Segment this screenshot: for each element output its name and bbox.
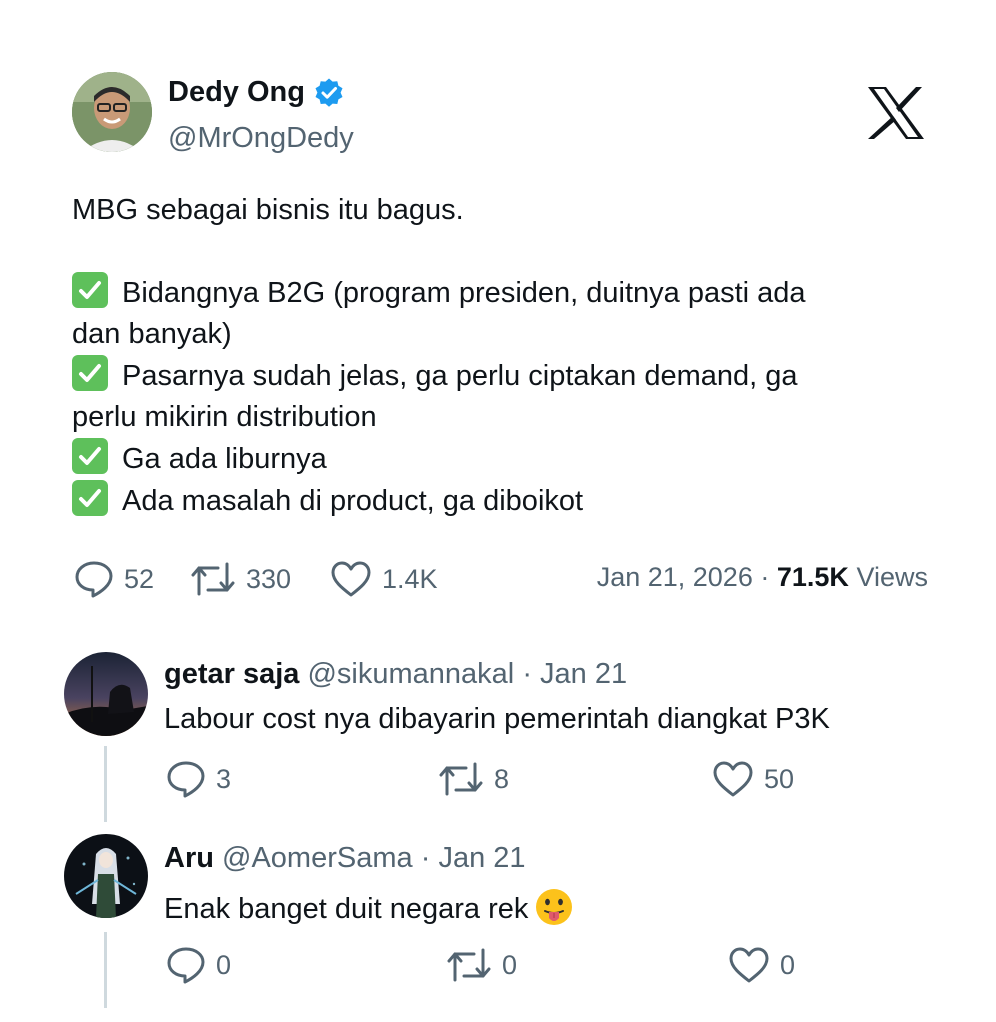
reply-avatar[interactable]	[64, 652, 148, 736]
retweet-count: 330	[246, 563, 292, 594]
tweet-line: Ada masalah di product, ga diboikot	[72, 480, 922, 522]
reply-button[interactable]: 0	[166, 946, 231, 984]
tweet-line: Bidangnya B2G (program presiden, duitnya…	[72, 272, 922, 314]
reply-header: Aru @AomerSama · Jan 21	[164, 842, 526, 875]
tweet-line: Pasarnya sudah jelas, ga perlu ciptakan …	[72, 355, 922, 397]
reply-date[interactable]: Jan 21	[438, 842, 525, 874]
like-icon	[729, 947, 769, 983]
verified-badge-icon	[313, 77, 345, 109]
reply-avatar[interactable]	[64, 834, 148, 918]
retweet-icon	[191, 562, 235, 596]
reply-count: 3	[216, 763, 232, 794]
tweet-text: MBG sebagai bisnis itu bagus. Bidangnya …	[72, 190, 922, 522]
like-count: 50	[764, 763, 795, 794]
retweet-count: 8	[494, 763, 510, 794]
retweet-icon	[439, 762, 483, 796]
tweet-line: Ga ada liburnya	[72, 438, 922, 480]
check-mark-icon	[72, 272, 108, 308]
reply-count: 52	[124, 563, 155, 594]
views-label: Views	[856, 562, 928, 592]
tweet-meta: Jan 21, 2026 · 71.5K Views	[597, 562, 928, 593]
like-count: 1.4K	[382, 563, 438, 594]
retweet-icon	[447, 948, 491, 982]
check-mark-icon	[72, 438, 108, 474]
reply-count: 0	[216, 949, 232, 980]
reply-button[interactable]: 3	[166, 760, 231, 798]
author-name-row[interactable]: Dedy Ong	[168, 76, 345, 109]
x-logo-icon[interactable]	[866, 86, 926, 140]
reply-text: Enak banget duit negara rek	[164, 887, 574, 927]
like-button[interactable]: 0	[728, 946, 795, 984]
reply-icon	[167, 947, 205, 984]
reply-author-handle[interactable]: @sikumannakal	[307, 658, 514, 690]
like-count: 0	[780, 949, 796, 980]
tweet-line: perlu mikirin distribution	[72, 401, 377, 433]
tweet-date[interactable]: Jan 21, 2026	[597, 562, 753, 592]
tweet-line: MBG sebagai bisnis itu bagus.	[72, 194, 464, 226]
check-mark-icon	[72, 355, 108, 391]
views-count: 71.5K	[776, 562, 849, 592]
reply-header: getar saja @sikumannakal · Jan 21	[164, 658, 627, 691]
check-mark-icon	[72, 480, 108, 516]
meta-separator: ·	[522, 658, 532, 690]
reply-author-handle[interactable]: @AomerSama	[222, 842, 413, 874]
thread-line	[104, 746, 107, 822]
meta-separator: ·	[760, 562, 770, 592]
author-name[interactable]: Dedy Ong	[168, 76, 305, 109]
like-button[interactable]: 1.4K	[330, 560, 438, 598]
reply-icon	[75, 561, 113, 598]
retweet-button[interactable]: 0	[446, 946, 517, 984]
like-icon	[713, 761, 753, 797]
face-with-tongue-emoji	[534, 887, 574, 927]
author-avatar[interactable]	[72, 72, 152, 152]
retweet-count: 0	[502, 949, 518, 980]
reply-author-name[interactable]: Aru	[164, 842, 214, 874]
reply-button[interactable]: 52	[74, 560, 154, 598]
thread-line	[104, 932, 107, 1008]
like-icon	[331, 561, 371, 597]
retweet-button[interactable]: 330	[190, 560, 291, 598]
reply-icon	[167, 761, 205, 798]
reply-author-name[interactable]: getar saja	[164, 658, 299, 690]
retweet-button[interactable]: 8	[438, 760, 509, 798]
author-handle[interactable]: @MrOngDedy	[168, 122, 354, 155]
reply-date[interactable]: Jan 21	[540, 658, 627, 690]
reply-text: Labour cost nya dibayarin pemerintah dia…	[164, 703, 830, 735]
meta-separator: ·	[420, 842, 431, 874]
tweet-line: dan banyak)	[72, 318, 232, 350]
like-button[interactable]: 50	[712, 760, 794, 798]
